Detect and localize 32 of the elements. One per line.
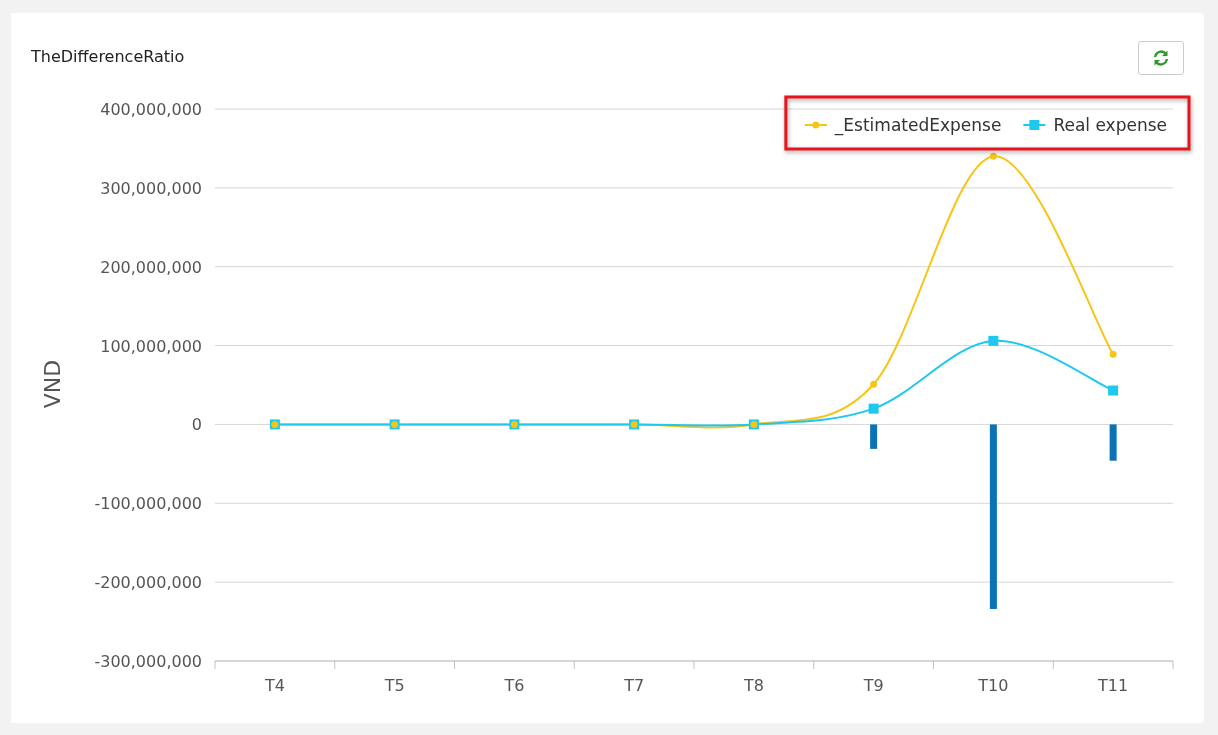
refresh-button[interactable] [1138, 41, 1184, 75]
axis-label: T11 [1098, 676, 1129, 695]
axis-label: T9 [863, 676, 884, 695]
data-point [870, 380, 878, 388]
axis-label: T8 [743, 676, 764, 695]
axis-label: 300,000,000 [100, 178, 202, 198]
refresh-icon [1152, 49, 1170, 67]
axis-title: VND [40, 359, 65, 409]
axis-label: 400,000,000 [100, 100, 202, 119]
legend-marker [1029, 120, 1040, 130]
axis-label: T10 [978, 676, 1009, 695]
axis-label: T5 [384, 676, 405, 695]
axis-label: T6 [504, 676, 525, 695]
data-point [1109, 350, 1117, 358]
chart-title: TheDifferenceRatio [31, 47, 185, 66]
axis-label: T4 [264, 676, 285, 695]
data-point [988, 335, 999, 346]
axis-label: -200,000,000 [94, 573, 202, 593]
legend-marker [812, 121, 820, 129]
legend-item[interactable]: Real expense [1022, 115, 1167, 135]
legend-label: Real expense [1053, 115, 1167, 135]
legend-label: _EstimatedExpense [833, 115, 1002, 136]
data-point [868, 403, 879, 414]
axis-label: -300,000,000 [94, 652, 202, 671]
axis-label: 100,000,000 [100, 336, 202, 356]
data-point [1108, 385, 1119, 396]
data-point [989, 152, 997, 160]
axis-label: 0 [191, 415, 202, 435]
axis-label: 200,000,000 [100, 257, 202, 277]
axis-label: -100,000,000 [94, 494, 202, 514]
axis-label: T7 [624, 676, 645, 695]
legend-item[interactable]: _EstimatedExpense [803, 115, 1002, 135]
